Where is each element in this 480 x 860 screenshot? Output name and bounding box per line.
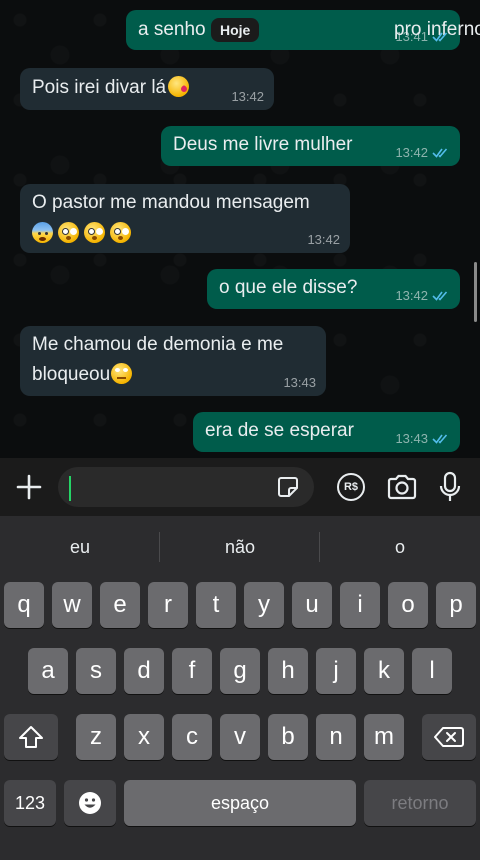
backspace-key[interactable]	[422, 714, 476, 760]
key-w[interactable]: w	[52, 582, 92, 628]
key-s[interactable]: s	[76, 648, 116, 694]
message-text: Pois irei divar lá	[32, 77, 167, 98]
message-outgoing[interactable]: a senho pro inferno 13:41	[126, 10, 480, 50]
key-a[interactable]: a	[28, 648, 68, 694]
message-time: 13:43	[283, 375, 316, 390]
rolling-eyes-emoji	[111, 363, 133, 384]
emoji-icon	[79, 792, 101, 814]
space-key[interactable]: espaço	[124, 780, 356, 826]
key-o[interactable]: o	[388, 582, 428, 628]
backspace-icon	[434, 727, 464, 747]
key-g[interactable]: g	[220, 648, 260, 694]
key-c[interactable]: c	[172, 714, 212, 760]
message-meta: 13:42	[231, 90, 264, 104]
key-l[interactable]: l	[412, 648, 452, 694]
text-cursor	[69, 476, 71, 501]
message-text: Deus me livre mulher	[173, 134, 353, 155]
double-check-icon	[432, 148, 448, 158]
key-e[interactable]: e	[100, 582, 140, 628]
flushed-face-emoji	[110, 222, 131, 243]
message-meta: 13:42	[307, 233, 340, 247]
key-j[interactable]: j	[316, 648, 356, 694]
key-b[interactable]: b	[268, 714, 308, 760]
key-m[interactable]: m	[364, 714, 404, 760]
message-outgoing[interactable]: era de se esperar 13:43	[193, 412, 460, 452]
message-time: 13:42	[307, 232, 340, 247]
message-time: 13:43	[395, 431, 428, 446]
return-key[interactable]: retorno	[364, 780, 476, 826]
message-time: 13:41	[395, 29, 428, 44]
microphone-icon[interactable]	[438, 471, 462, 503]
key-q[interactable]: q	[4, 582, 44, 628]
message-meta: 13:43	[283, 376, 316, 390]
keyboard: eu não o q w e r t y u i o p a s d f g h…	[0, 516, 480, 860]
message-meta: 13:43	[395, 432, 450, 446]
key-u[interactable]: u	[292, 582, 332, 628]
key-k[interactable]: k	[364, 648, 404, 694]
suggestion-item[interactable]: eu	[0, 516, 160, 578]
message-text: o que ele disse?	[219, 277, 358, 298]
fearful-face-emoji	[32, 222, 53, 243]
key-x[interactable]: x	[124, 714, 164, 760]
suggestion-bar: eu não o	[0, 516, 480, 578]
message-time: 13:42	[395, 145, 428, 160]
key-h[interactable]: h	[268, 648, 308, 694]
key-r[interactable]: r	[148, 582, 188, 628]
key-i[interactable]: i	[340, 582, 380, 628]
double-check-icon	[432, 291, 448, 301]
camera-icon[interactable]	[386, 473, 418, 501]
key-y[interactable]: y	[244, 582, 284, 628]
scrollbar[interactable]	[474, 262, 477, 322]
flushed-face-emoji	[58, 222, 79, 243]
message-text: a senho	[138, 19, 206, 40]
message-meta: 13:42	[395, 289, 450, 303]
message-text-line2: bloqueou	[32, 364, 111, 385]
key-f[interactable]: f	[172, 648, 212, 694]
message-outgoing[interactable]: Deus me livre mulher 13:42	[161, 126, 460, 166]
message-time: 13:42	[231, 89, 264, 104]
input-bar: R$	[0, 458, 480, 516]
emoji-key[interactable]	[64, 780, 116, 826]
payment-label: R$	[343, 481, 359, 493]
message-meta: 13:41	[395, 30, 450, 44]
message-text: era de se esperar	[205, 420, 354, 441]
message-text: O pastor me mandou mensagem	[32, 192, 310, 213]
chat-area[interactable]: a senho pro inferno 13:41 Hoje Pois irei…	[0, 0, 480, 458]
suggestion-item[interactable]: não	[160, 516, 320, 578]
key-v[interactable]: v	[220, 714, 260, 760]
double-check-icon	[432, 32, 448, 42]
key-p[interactable]: p	[436, 582, 476, 628]
message-time: 13:42	[395, 288, 428, 303]
key-d[interactable]: d	[124, 648, 164, 694]
numbers-key[interactable]: 123	[4, 780, 56, 826]
date-chip: Hoje	[211, 18, 260, 42]
key-n[interactable]: n	[316, 714, 356, 760]
double-check-icon	[432, 434, 448, 444]
suggestion-item[interactable]: o	[320, 516, 480, 578]
sticker-icon[interactable]	[276, 475, 300, 499]
key-t[interactable]: t	[196, 582, 236, 628]
shift-icon	[19, 726, 43, 748]
flushed-face-emoji	[84, 222, 105, 243]
key-z[interactable]: z	[76, 714, 116, 760]
shift-key[interactable]	[4, 714, 58, 760]
emoji-row	[32, 220, 136, 248]
message-incoming[interactable]: Pois irei divar lá 13:42	[20, 68, 274, 110]
message-incoming[interactable]: O pastor me mandou mensagem 13:42	[20, 184, 350, 253]
payment-icon[interactable]: R$	[337, 473, 365, 501]
kissing-heart-emoji	[168, 76, 190, 97]
message-text: Me chamou de demonia e me	[32, 334, 284, 355]
message-incoming[interactable]: Me chamou de demonia e me bloqueou 13:43	[20, 326, 326, 396]
message-outgoing[interactable]: o que ele disse? 13:42	[207, 269, 460, 309]
message-meta: 13:42	[395, 146, 450, 160]
plus-icon[interactable]	[14, 472, 44, 502]
